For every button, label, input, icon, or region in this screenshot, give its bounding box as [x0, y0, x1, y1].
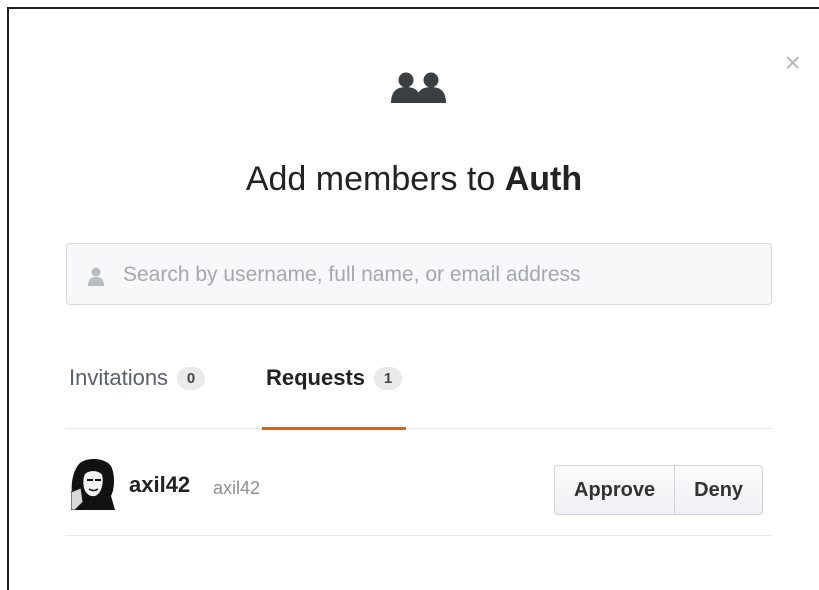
tab-invitations-label: Invitations	[69, 365, 169, 390]
search-input[interactable]	[121, 244, 765, 306]
avatar	[71, 458, 115, 510]
tab-invitations-count: 0	[177, 367, 206, 390]
request-row: axil42 axil42 Approve Deny	[66, 435, 772, 536]
team-name: Auth	[504, 160, 583, 198]
add-members-dialog: × Add members to Auth Invitations 0 Requ…	[7, 7, 819, 590]
people-icon	[391, 72, 446, 103]
member-name: axil42	[213, 478, 261, 498]
tab-invitations[interactable]: Invitations 0	[69, 356, 206, 428]
tab-requests-count: 1	[374, 367, 403, 390]
close-icon[interactable]: ×	[785, 49, 801, 77]
search-box	[66, 243, 772, 306]
tab-requests[interactable]: Requests 1	[261, 356, 407, 430]
deny-button[interactable]: Deny	[674, 466, 762, 514]
request-actions: Approve Deny	[554, 465, 764, 515]
user-icon	[88, 267, 104, 286]
title-prefix: Add members to	[245, 160, 505, 198]
dialog-title: Add members to Auth	[9, 160, 819, 199]
tab-bar: Invitations 0 Requests 1	[66, 356, 772, 430]
tab-requests-label: Requests	[266, 365, 366, 390]
approve-button[interactable]: Approve	[555, 466, 674, 514]
member-login[interactable]: axil42	[129, 472, 190, 498]
